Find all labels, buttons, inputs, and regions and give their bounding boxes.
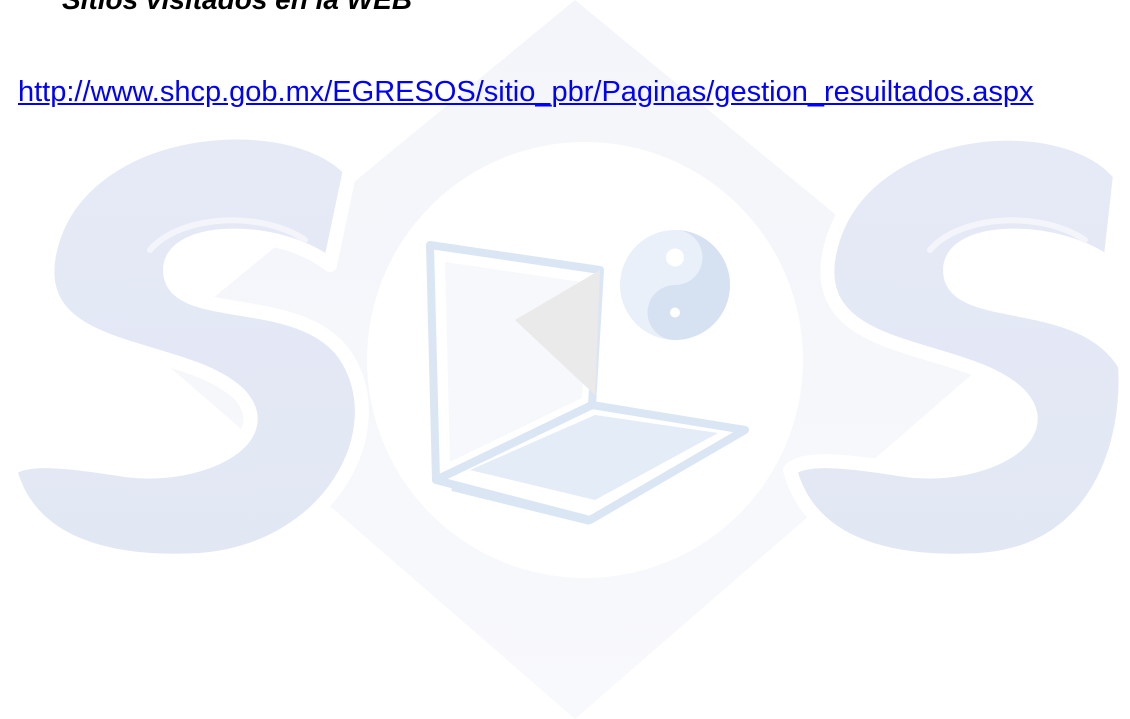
web-link[interactable]: http://www.shcp.gob.mx/EGRESOS/sitio_pbr… bbox=[18, 75, 1130, 109]
page-heading: Sitios visitados en la WEB bbox=[62, 0, 412, 16]
yin-yang-icon bbox=[620, 230, 730, 340]
watermark-letter-s-left bbox=[3, 125, 369, 568]
